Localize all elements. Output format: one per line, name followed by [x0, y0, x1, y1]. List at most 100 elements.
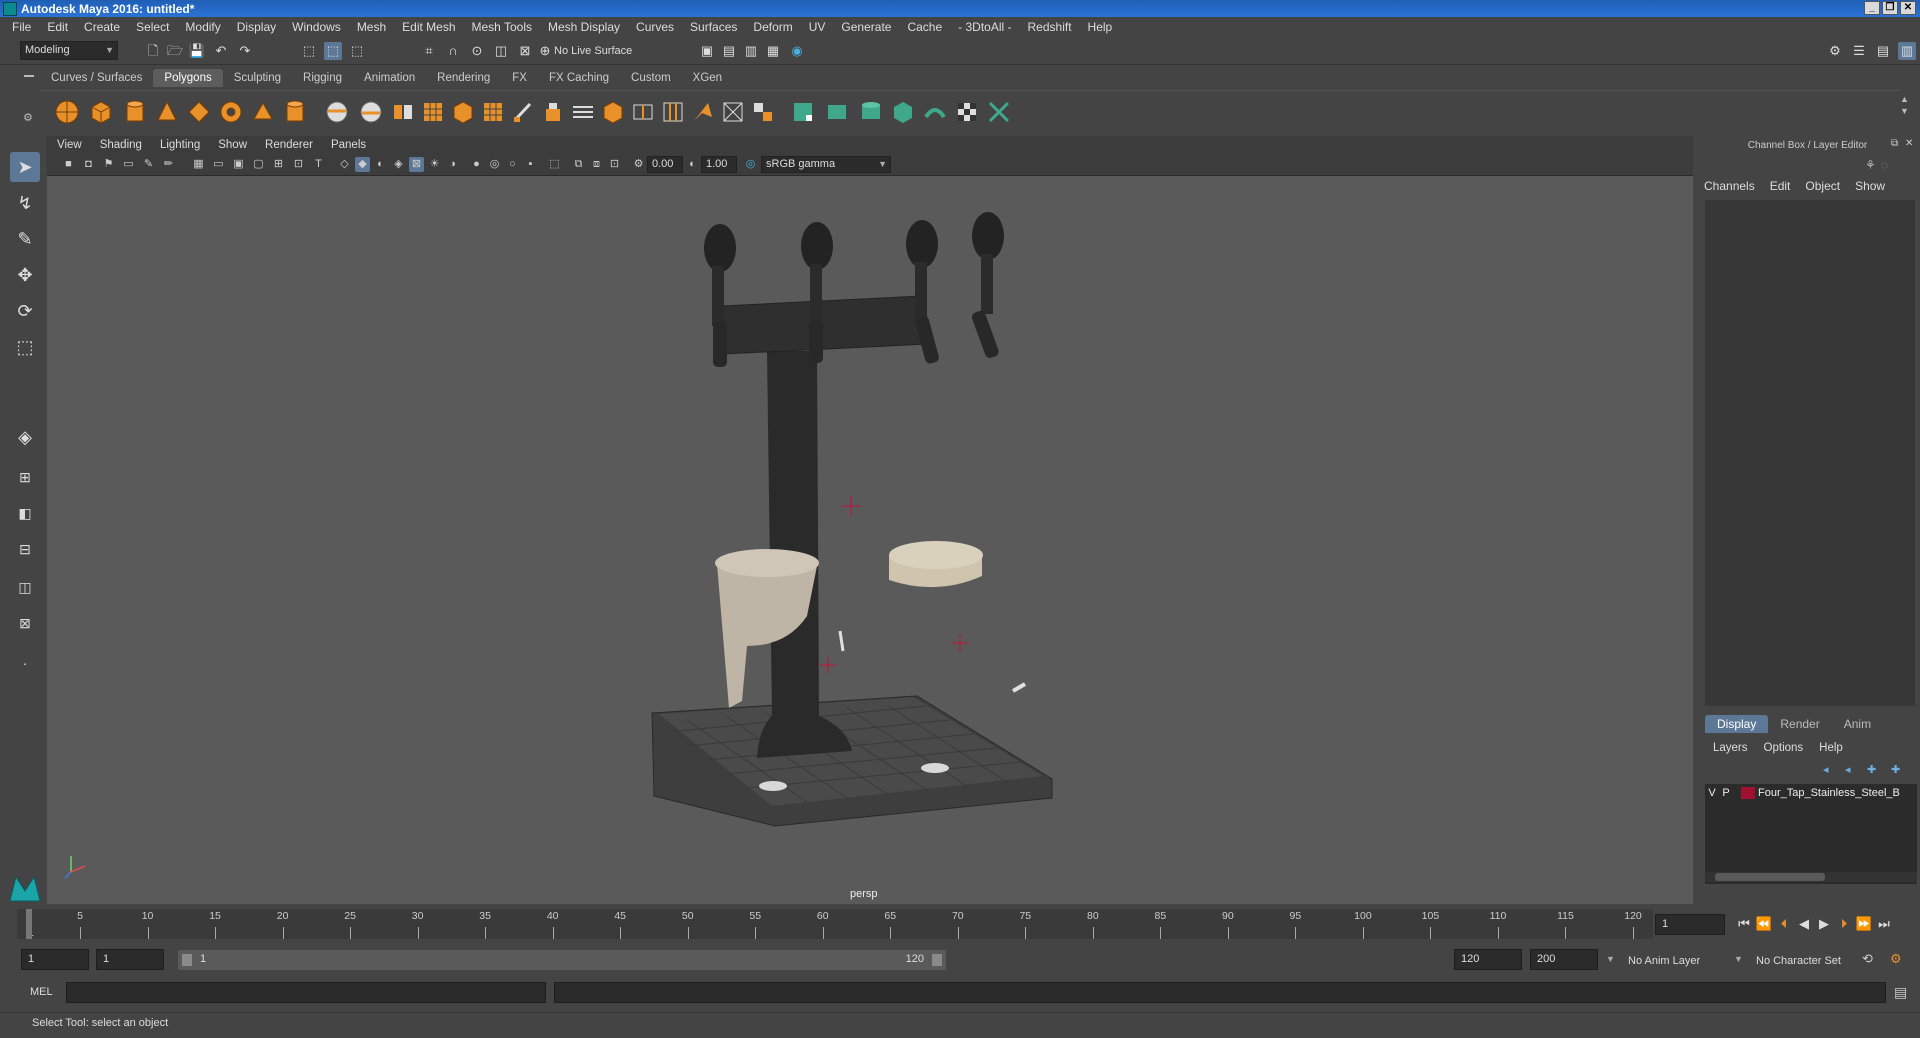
snap-point-icon[interactable]: ⊙	[468, 42, 486, 60]
camera-attributes-icon[interactable]: ◘	[81, 157, 96, 172]
current-frame-field[interactable]: 1	[1655, 914, 1725, 935]
menu-file[interactable]: File	[12, 20, 31, 34]
insert-edge-loop-icon[interactable]	[630, 99, 656, 125]
snap-surface-icon[interactable]: ⊠	[516, 42, 534, 60]
bevel-icon[interactable]	[600, 99, 626, 125]
unfold-icon[interactable]	[922, 99, 948, 125]
menu-select[interactable]: Select	[136, 20, 169, 34]
layer-playback-toggle[interactable]: P	[1719, 787, 1733, 799]
menu-edit[interactable]: Edit	[47, 20, 68, 34]
layer-visibility-toggle[interactable]: V	[1705, 787, 1719, 799]
paint-select-tool-icon[interactable]: ✎	[10, 224, 40, 254]
le-menu-layers[interactable]: Layers	[1713, 742, 1748, 754]
menu-mesh-display[interactable]: Mesh Display	[548, 20, 620, 34]
field-chart-icon[interactable]: ⊞	[271, 157, 286, 172]
vp-menu-shading[interactable]: Shading	[100, 139, 142, 151]
layer-row[interactable]: V P Four_Tap_Stainless_Steel_B	[1705, 784, 1917, 802]
checker-icon[interactable]	[954, 99, 980, 125]
new-layer-icon[interactable]: ✚	[1867, 763, 1876, 776]
range-end-handle[interactable]	[932, 954, 942, 966]
camera-icon[interactable]: ■	[61, 157, 76, 172]
vp-menu-show[interactable]: Show	[218, 139, 247, 151]
screen-space-ao-icon[interactable]: ●	[469, 157, 484, 172]
menu-mesh-tools[interactable]: Mesh Tools	[472, 20, 532, 34]
grid-icon[interactable]: ▦	[191, 157, 206, 172]
le-menu-help[interactable]: Help	[1819, 742, 1843, 754]
grease-pencil-icon[interactable]: ✏	[161, 157, 176, 172]
modeling-toolkit-icon[interactable]: ⚙	[1826, 42, 1844, 60]
channel-box-settings-icon[interactable]: ◌	[1881, 158, 1888, 172]
shadows-icon[interactable]: ◑	[445, 157, 460, 172]
live-surface-field[interactable]: No Live Surface	[554, 42, 654, 60]
cb-menu-channels[interactable]: Channels	[1704, 179, 1755, 197]
bridge-icon[interactable]	[570, 99, 596, 125]
poly-cone-icon[interactable]	[154, 99, 180, 125]
resolution-gate-icon[interactable]: ▣	[231, 157, 246, 172]
le-menu-options[interactable]: Options	[1764, 742, 1804, 754]
render-frame-icon[interactable]: ▣	[698, 42, 716, 60]
layer-list-scrollbar[interactable]	[1705, 872, 1917, 882]
poly-prism-icon[interactable]	[250, 99, 276, 125]
menu-3dtoall[interactable]: - 3DtoAll -	[958, 20, 1011, 34]
go-to-start-icon[interactable]: ⏮	[1735, 915, 1753, 933]
menu-display[interactable]: Display	[237, 20, 276, 34]
render-view-icon[interactable]: ▤	[720, 42, 738, 60]
smooth-icon[interactable]	[420, 99, 446, 125]
scale-tool-icon[interactable]: ⬚	[10, 332, 40, 362]
xray-components-icon[interactable]: ⊡	[607, 157, 622, 172]
menu-windows[interactable]: Windows	[292, 20, 341, 34]
select-tool-icon[interactable]: ➤	[10, 152, 40, 182]
snap-curve-icon[interactable]: ∩	[444, 42, 462, 60]
smooth-shade-icon[interactable]: ◆	[355, 157, 370, 172]
minimize-button[interactable]: _	[1864, 1, 1880, 15]
range-slider[interactable]: 1 120	[178, 950, 946, 970]
merge-icon[interactable]	[720, 99, 746, 125]
command-input[interactable]	[66, 982, 546, 1003]
snap-grid-icon[interactable]: ⌗	[420, 42, 438, 60]
exposure-icon[interactable]: ⚙	[631, 157, 646, 172]
bookmark-icon[interactable]: ⚑	[101, 157, 116, 172]
film-gate-icon[interactable]: ▭	[211, 157, 226, 172]
menu-edit-mesh[interactable]: Edit Mesh	[402, 20, 455, 34]
auto-key-icon[interactable]: ⟲	[1862, 951, 1873, 967]
channel-box-options-icon[interactable]: ⚘	[1865, 158, 1876, 172]
remesh-icon[interactable]	[480, 99, 506, 125]
undo-icon[interactable]: ↶	[212, 42, 230, 60]
playback-start-field[interactable]: 1	[96, 949, 164, 970]
automatic-mapping-icon[interactable]	[890, 99, 916, 125]
single-perspective-layout-icon[interactable]: ◈	[10, 422, 40, 452]
maximize-button[interactable]: ❐	[1882, 1, 1898, 15]
layer-color-swatch[interactable]	[1741, 787, 1755, 799]
snap-view-icon[interactable]: ◫	[492, 42, 510, 60]
new-layer-selected-icon[interactable]: ✚	[1891, 763, 1900, 776]
isolate-select-icon[interactable]: ⬚	[547, 157, 562, 172]
redo-icon[interactable]: ↷	[236, 42, 254, 60]
move-layer-up-icon[interactable]: ◂	[1823, 763, 1829, 776]
hypershade-icon[interactable]: ◉	[788, 42, 806, 60]
close-button[interactable]: ✕	[1900, 1, 1916, 15]
multi-cut-icon[interactable]	[510, 99, 536, 125]
tab-curves-surfaces[interactable]: Curves / Surfaces	[40, 69, 153, 87]
shelf-menu-icon[interactable]	[24, 75, 34, 77]
use-all-lights-icon[interactable]: ☀	[427, 157, 442, 172]
move-layer-down-icon[interactable]: ◂	[1845, 763, 1851, 776]
separate-icon[interactable]	[358, 99, 384, 125]
layer-name[interactable]: Four_Tap_Stainless_Steel_B	[1758, 787, 1900, 799]
menu-help[interactable]: Help	[1088, 20, 1113, 34]
anim-layer-dropdown[interactable]: No Anim Layer	[1624, 951, 1744, 971]
move-tool-icon[interactable]: ✥	[10, 260, 40, 290]
shelf-settings-icon[interactable]: ⚙	[23, 111, 33, 124]
menu-redshift[interactable]: Redshift	[1028, 20, 1072, 34]
step-forward-key-icon[interactable]: ⏩	[1855, 915, 1873, 933]
menu-mesh[interactable]: Mesh	[357, 20, 386, 34]
channel-box-toggle-icon[interactable]: ▥	[1898, 42, 1916, 60]
open-scene-icon[interactable]: 🗁	[166, 42, 184, 60]
tab-polygons[interactable]: Polygons	[153, 69, 223, 87]
script-language-label[interactable]: MEL	[30, 986, 53, 998]
default-material-icon[interactable]: ◐	[373, 157, 388, 172]
gamma-field[interactable]: 1.00	[701, 156, 737, 173]
tab-anim[interactable]: Anim	[1832, 715, 1883, 733]
save-scene-icon[interactable]: 💾	[188, 42, 206, 60]
motion-blur-icon[interactable]: ◎	[487, 157, 502, 172]
color-management-icon[interactable]: ◎	[743, 157, 758, 172]
